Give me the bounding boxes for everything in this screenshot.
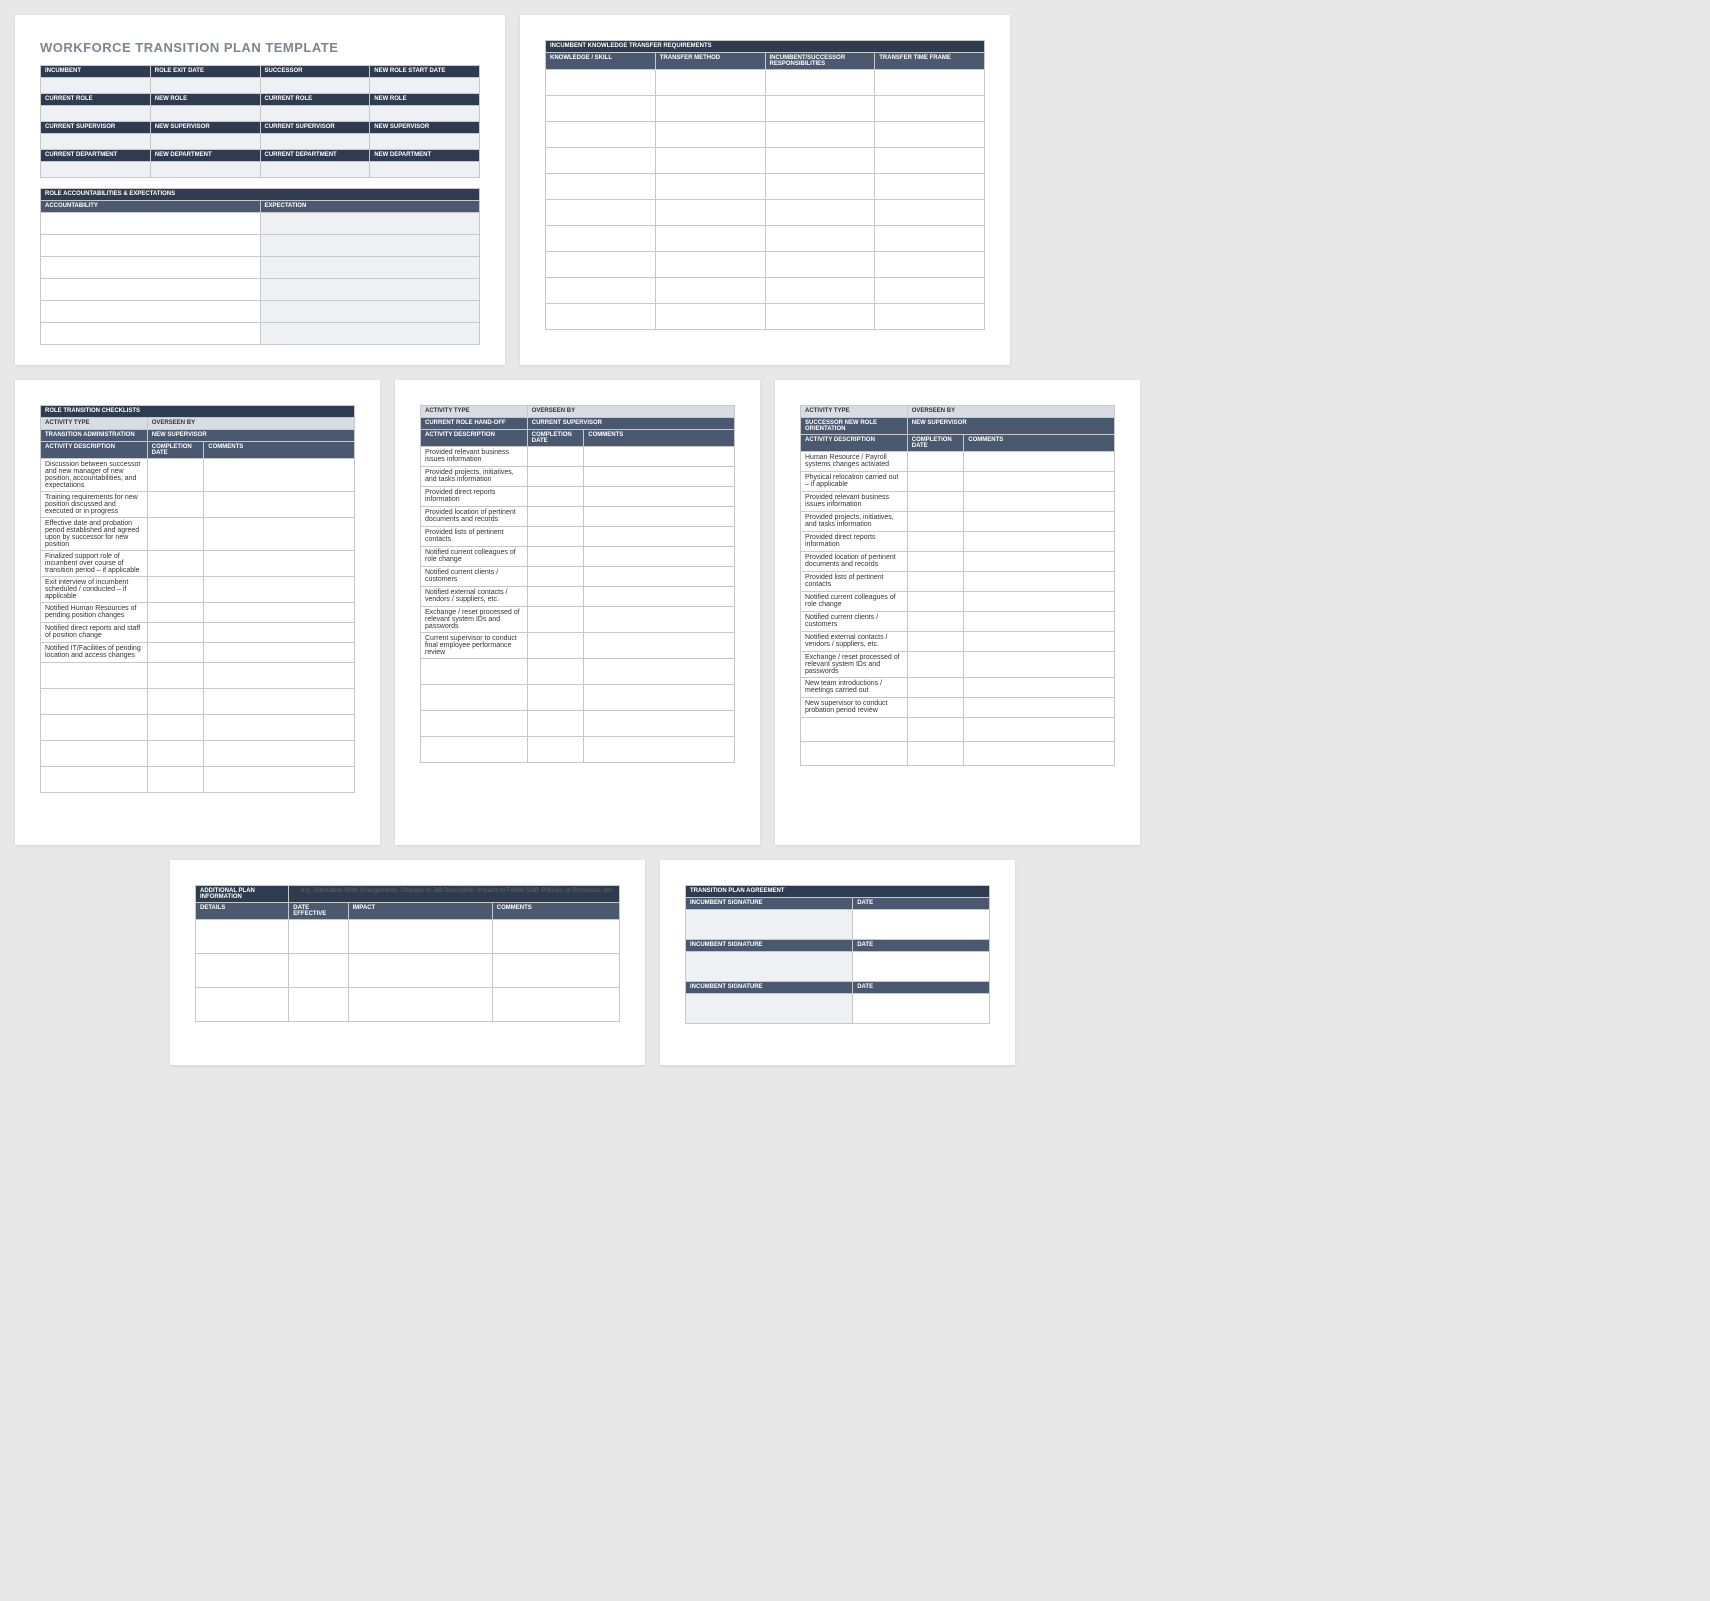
addl-table: ADDITIONAL PLAN INFORMATIONe.g., Alterna… bbox=[195, 885, 620, 1022]
activity-desc: Exchange / reset processed of relevant s… bbox=[421, 607, 528, 633]
activity-desc: Provided lists of pertinent contacts bbox=[421, 527, 528, 547]
activity-desc: Provided projects, initiatives, and task… bbox=[801, 512, 908, 532]
ktr-table: INCUMBENT KNOWLEDGE TRANSFER REQUIREMENT… bbox=[545, 40, 985, 330]
activity-desc: Notified current clients / customers bbox=[801, 612, 908, 632]
activity-desc: Provided relevant business issues inform… bbox=[801, 492, 908, 512]
activity-desc: Provided location of pertinent documents… bbox=[421, 507, 528, 527]
activity-desc: Provided location of pertinent documents… bbox=[801, 552, 908, 572]
doc-title: WORKFORCE TRANSITION PLAN TEMPLATE bbox=[40, 40, 480, 55]
role-acc-table: ROLE ACCOUNTABILITIES & EXPECTATIONS ACC… bbox=[40, 188, 480, 345]
page-2: INCUMBENT KNOWLEDGE TRANSFER REQUIREMENT… bbox=[520, 15, 1010, 365]
activity-desc: Finalized support role of incumbent over… bbox=[41, 551, 148, 577]
activity-desc: Current supervisor to conduct final empl… bbox=[421, 633, 528, 659]
activity-desc: Discussion between successor and new man… bbox=[41, 459, 148, 492]
page-5: ACTIVITY TYPEOVERSEEN BY SUCCESSOR NEW R… bbox=[775, 380, 1140, 845]
activity-desc: Notified external contacts / vendors / s… bbox=[801, 632, 908, 652]
activity-desc: Physical relocation carried out – if app… bbox=[801, 472, 908, 492]
checklist-a: ROLE TRANSITION CHECKLISTS ACTIVITY TYPE… bbox=[40, 405, 355, 793]
activity-desc: Notified Human Resources of pending posi… bbox=[41, 603, 148, 623]
activity-desc: Provided lists of pertinent contacts bbox=[801, 572, 908, 592]
activity-desc: Provided direct reports information bbox=[421, 487, 528, 507]
activity-desc: Notified current clients / customers bbox=[421, 567, 528, 587]
page-3: ROLE TRANSITION CHECKLISTS ACTIVITY TYPE… bbox=[15, 380, 380, 845]
info-table: INCUMBENTROLE EXIT DATESUCCESSORNEW ROLE… bbox=[40, 65, 480, 178]
activity-desc: Provided projects, initiatives, and task… bbox=[421, 467, 528, 487]
activity-desc: Training requirements for new position d… bbox=[41, 492, 148, 518]
activity-desc: New team introductions / meetings carrie… bbox=[801, 678, 908, 698]
activity-desc: Exchange / reset processed of relevant s… bbox=[801, 652, 908, 678]
activity-desc: Notified current colleagues of role chan… bbox=[801, 592, 908, 612]
agreement-table: TRANSITION PLAN AGREEMENT INCUMBENT SIGN… bbox=[685, 885, 990, 1024]
checklist-b: ACTIVITY TYPEOVERSEEN BY CURRENT ROLE HA… bbox=[420, 405, 735, 763]
page-1: WORKFORCE TRANSITION PLAN TEMPLATE INCUM… bbox=[15, 15, 505, 365]
activity-desc: Notified current colleagues of role chan… bbox=[421, 547, 528, 567]
activity-desc: Notified direct reports and staff of pos… bbox=[41, 623, 148, 643]
page-4: ACTIVITY TYPEOVERSEEN BY CURRENT ROLE HA… bbox=[395, 380, 760, 845]
activity-desc: Provided relevant business issues inform… bbox=[421, 447, 528, 467]
page-6: ADDITIONAL PLAN INFORMATIONe.g., Alterna… bbox=[170, 860, 645, 1065]
activity-desc: Human Resource / Payroll systems changes… bbox=[801, 452, 908, 472]
activity-desc: Provided direct reports information bbox=[801, 532, 908, 552]
page-7: TRANSITION PLAN AGREEMENT INCUMBENT SIGN… bbox=[660, 860, 1015, 1065]
activity-desc: Exit interview of incumbent scheduled / … bbox=[41, 577, 148, 603]
activity-desc: New supervisor to conduct probation peri… bbox=[801, 698, 908, 718]
activity-desc: Effective date and probation period esta… bbox=[41, 518, 148, 551]
activity-desc: Notified IT/Facilities of pending locati… bbox=[41, 643, 148, 663]
checklist-c: ACTIVITY TYPEOVERSEEN BY SUCCESSOR NEW R… bbox=[800, 405, 1115, 766]
activity-desc: Notified external contacts / vendors / s… bbox=[421, 587, 528, 607]
